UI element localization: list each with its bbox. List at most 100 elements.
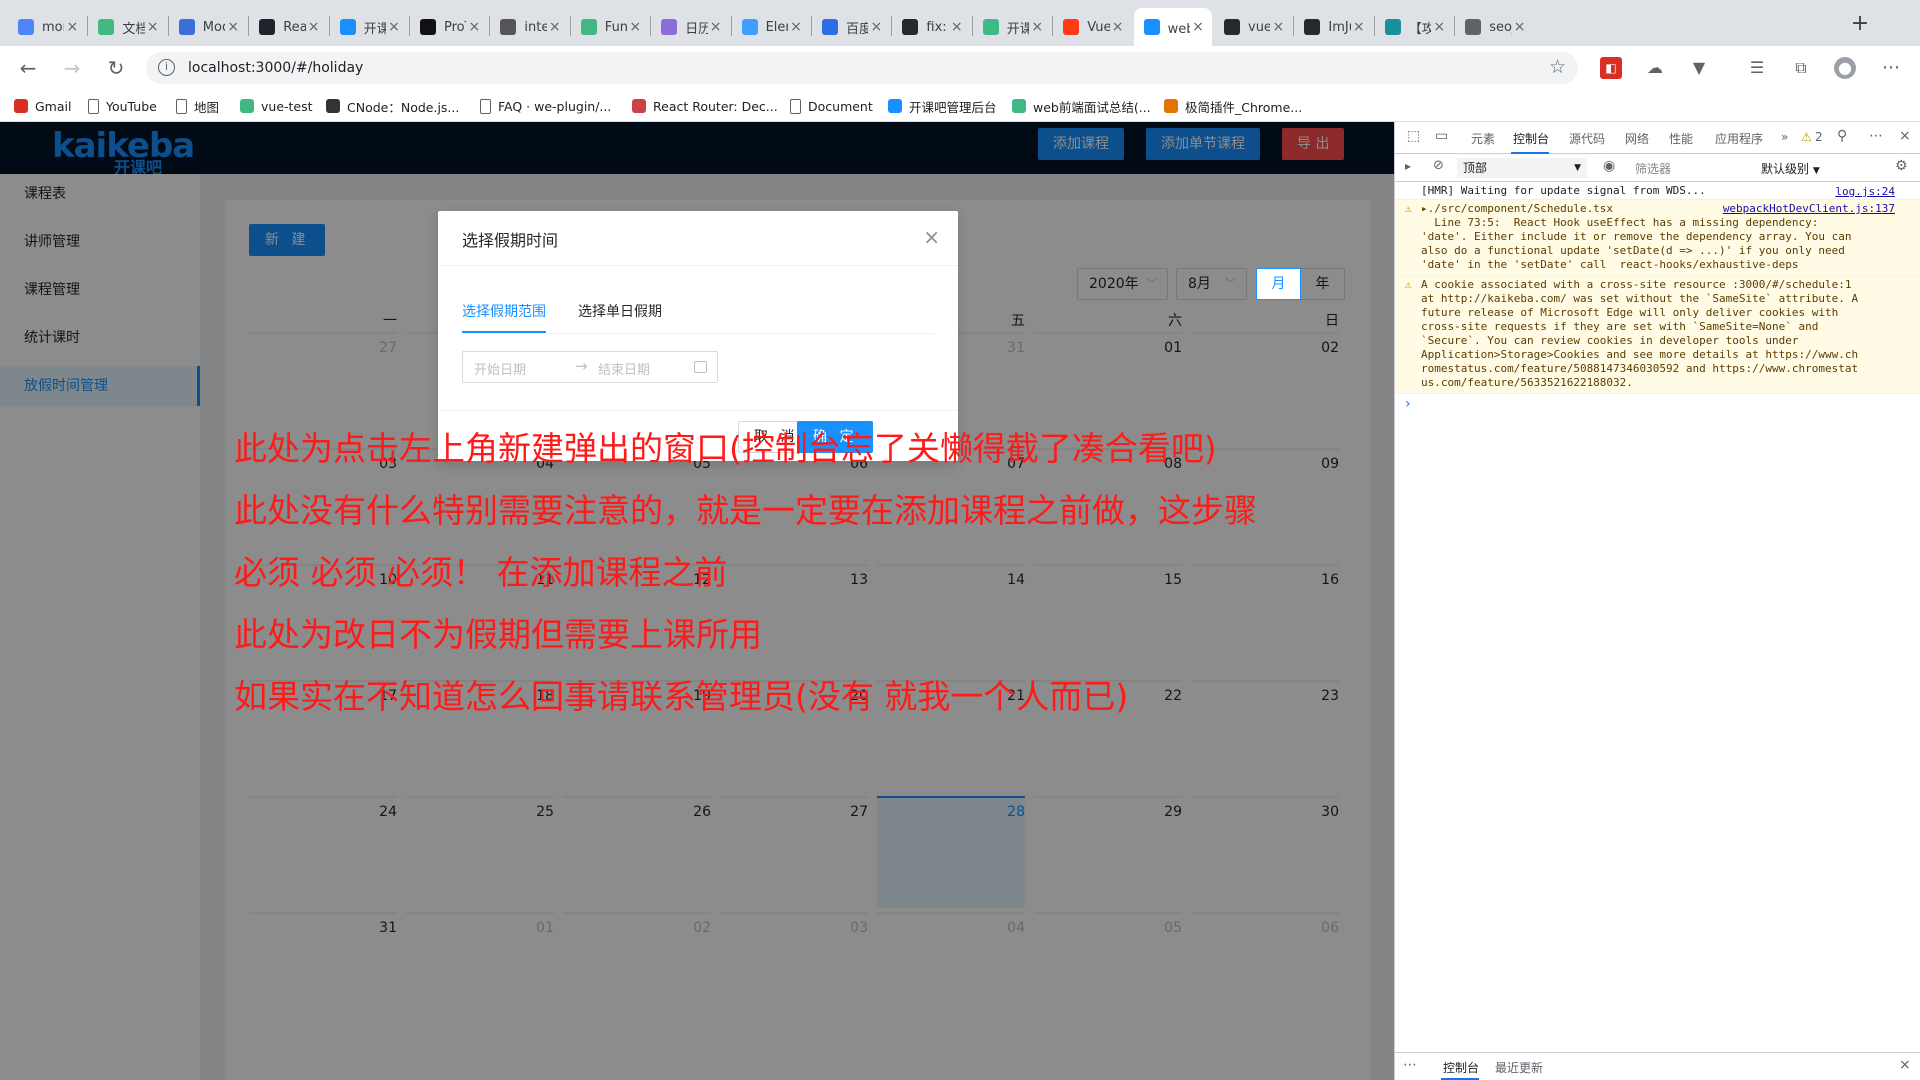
context-select[interactable]: 顶部 ▼	[1457, 158, 1587, 178]
bookmark-item[interactable]: Document	[790, 96, 873, 116]
tab-close-icon[interactable]: ×	[466, 19, 482, 35]
browser-tab[interactable]: 日历 ×	[651, 8, 729, 46]
tab-close-icon[interactable]: ×	[1351, 19, 1367, 35]
browser-tab[interactable]: 百度翻×	[812, 8, 890, 46]
devtools-tab-application[interactable]: 应用程序	[1715, 130, 1763, 147]
end-date-input[interactable]: 结束日期	[598, 359, 650, 378]
close-icon[interactable]: ×	[923, 225, 940, 249]
tab-close-icon[interactable]: ×	[868, 19, 884, 35]
tab-close-icon[interactable]: ×	[708, 19, 724, 35]
bookmark-item[interactable]: React Router: Dec...	[632, 96, 778, 116]
browser-tab[interactable]: ProTa×	[410, 8, 488, 46]
tab-close-icon[interactable]: ×	[306, 19, 322, 35]
devtools-tab-network[interactable]: 网络	[1625, 130, 1649, 147]
clear-console-icon[interactable]: ⊘	[1433, 158, 1444, 173]
console-source-link[interactable]: log.js:24	[1835, 185, 1895, 199]
browser-tab[interactable]: web前×	[1133, 8, 1212, 46]
tab-close-icon[interactable]: ×	[225, 19, 241, 35]
date-range-picker[interactable]: 开始日期 → 结束日期	[462, 351, 718, 383]
site-info-icon[interactable]: i	[158, 59, 175, 76]
bookmark-item[interactable]: 开课吧管理后台	[888, 96, 997, 116]
drawer-tab-console[interactable]: 控制台	[1443, 1059, 1479, 1076]
feedback-icon[interactable]: ⚲	[1837, 128, 1847, 144]
bookmark-item[interactable]: vue-test	[240, 96, 313, 116]
tab-close-icon[interactable]: ×	[386, 19, 402, 35]
browser-tab[interactable]: Mode×	[169, 8, 247, 46]
bookmark-item[interactable]: web前端面试总结(...	[1012, 96, 1151, 116]
browser-tab[interactable]: mom×	[8, 8, 86, 46]
profile-avatar[interactable]: ●	[1834, 57, 1856, 79]
browser-tab[interactable]: 开课吧×	[330, 8, 408, 46]
collections-icon[interactable]: ⧉	[1790, 57, 1812, 79]
tab-single-day-holiday[interactable]: 选择单日假期	[578, 301, 662, 321]
browser-tab[interactable]: Elem×	[732, 8, 810, 46]
back-icon[interactable]: ←	[14, 54, 42, 82]
extension-vue-icon[interactable]: ▼	[1688, 57, 1710, 79]
tab-close-icon[interactable]: ×	[145, 19, 161, 35]
devtools-close-icon[interactable]: ×	[1899, 128, 1911, 144]
mode-month-button[interactable]: 月	[1256, 268, 1301, 300]
warning-count-icon[interactable]: ⚠	[1801, 130, 1812, 144]
tab-close-icon[interactable]: ×	[788, 19, 804, 35]
devtools-tab-elements[interactable]: 元素	[1471, 130, 1495, 147]
log-level-select[interactable]: 默认级别 ▼	[1761, 160, 1820, 177]
devtools-tab-console[interactable]: 控制台	[1513, 130, 1549, 147]
tab-close-icon[interactable]: ×	[1431, 19, 1447, 35]
url-text[interactable]: localhost:3000/#/holiday	[188, 60, 363, 76]
bookmark-item[interactable]: CNode：Node.js...	[326, 96, 459, 116]
console-prompt[interactable]: ›	[1405, 396, 1411, 412]
forward-icon[interactable]: →	[58, 54, 86, 82]
new-tab-button[interactable]: +	[1846, 10, 1874, 38]
tab-close-icon[interactable]: ×	[547, 19, 563, 35]
bookmark-item[interactable]: 极简插件_Chrome...	[1164, 96, 1302, 116]
tab-close-icon[interactable]: ×	[1512, 19, 1528, 35]
browser-tab[interactable]: Vue3×	[1053, 8, 1131, 46]
bookmark-label: 极简插件_Chrome...	[1185, 99, 1303, 115]
devtools-tab-sources[interactable]: 源代码	[1569, 130, 1605, 147]
devtools-menu-icon[interactable]: ⋯	[1869, 128, 1883, 144]
tab-holiday-range[interactable]: 选择假期范围	[462, 301, 546, 321]
drawer-menu-icon[interactable]: ⋯	[1403, 1057, 1417, 1073]
browser-tab[interactable]: React×	[249, 8, 327, 46]
drawer-close-icon[interactable]: ×	[1899, 1057, 1911, 1073]
tab-close-icon[interactable]: ×	[627, 19, 643, 35]
browser-tab[interactable]: 开课吧×	[973, 8, 1051, 46]
favorites-icon[interactable]: ☰	[1746, 57, 1768, 79]
browser-tab[interactable]: Functi×	[571, 8, 649, 46]
browser-tab[interactable]: fix: u×	[892, 8, 970, 46]
tab-close-icon[interactable]: ×	[1029, 19, 1045, 35]
bookmark-star-icon[interactable]: ☆	[1549, 56, 1566, 78]
browser-tab[interactable]: 文档 ×	[88, 8, 166, 46]
start-date-input[interactable]: 开始日期	[474, 359, 526, 378]
more-tabs-icon[interactable]: »	[1781, 130, 1788, 144]
tab-close-icon[interactable]: ×	[64, 19, 80, 35]
bookmark-item[interactable]: YouTube	[88, 96, 157, 116]
devtools-tab-performance[interactable]: 性能	[1669, 130, 1693, 147]
console-settings-icon[interactable]: ⚙	[1895, 158, 1908, 174]
browser-menu-icon[interactable]: ⋯	[1880, 57, 1902, 79]
bookmark-item[interactable]: FAQ · we-plugin/...	[480, 96, 611, 116]
console-source-link[interactable]: webpackHotDevClient.js:137	[1723, 202, 1895, 216]
warning-count[interactable]: 2	[1815, 130, 1823, 144]
omnibox[interactable]: i localhost:3000/#/holiday ☆	[146, 52, 1578, 84]
bookmark-item[interactable]: Gmail	[14, 96, 71, 116]
browser-tab[interactable]: seojx×	[1455, 8, 1533, 46]
tab-close-icon[interactable]: ×	[949, 19, 965, 35]
inspect-element-icon[interactable]: ⬚	[1407, 128, 1420, 144]
reload-icon[interactable]: ↻	[102, 54, 130, 82]
tab-close-icon[interactable]: ×	[1190, 19, 1206, 35]
extension-icon[interactable]: ◧	[1600, 57, 1622, 79]
browser-tab[interactable]: 【攻略×	[1375, 8, 1453, 46]
tab-close-icon[interactable]: ×	[1270, 19, 1286, 35]
drawer-tab-whats-new[interactable]: 最近更新	[1495, 1059, 1543, 1076]
browser-tab[interactable]: intere×	[490, 8, 568, 46]
filter-input[interactable]: 筛选器	[1635, 160, 1671, 177]
device-toolbar-icon[interactable]: ▭	[1435, 128, 1448, 144]
browser-tab[interactable]: vuejs×	[1214, 8, 1292, 46]
browser-tab[interactable]: ImJu×	[1294, 8, 1372, 46]
tab-close-icon[interactable]: ×	[1110, 19, 1126, 35]
eye-icon[interactable]: ◉	[1603, 158, 1615, 174]
sidebar-toggle-icon[interactable]: ▸	[1405, 159, 1411, 173]
bookmark-item[interactable]: 地图	[176, 96, 219, 116]
extension-cloud-icon[interactable]: ☁	[1644, 57, 1666, 79]
